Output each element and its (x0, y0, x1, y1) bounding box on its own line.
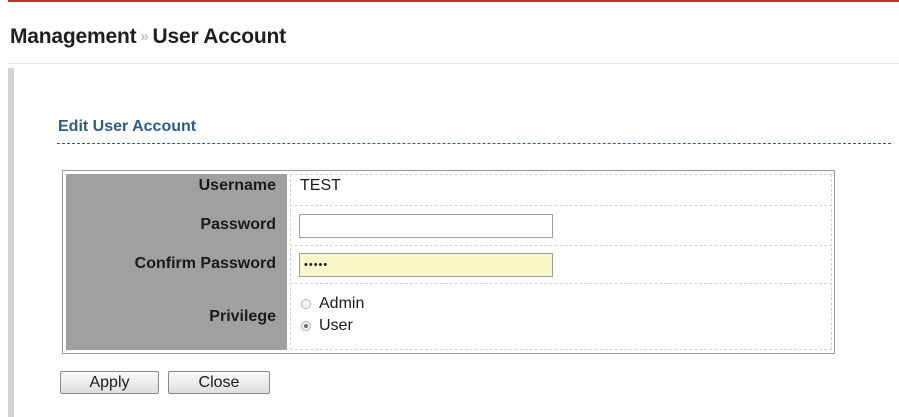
privilege-option-label: User (319, 317, 353, 334)
section-divider (57, 143, 891, 144)
username-value: TEST (300, 177, 341, 194)
left-frame-bar (8, 68, 14, 417)
password-label: Password (200, 216, 276, 233)
breadcrumb: Management» User Account (10, 25, 286, 49)
radio-unchecked-icon[interactable] (301, 299, 311, 309)
privilege-option-admin[interactable]: Admin (301, 295, 364, 313)
section-title: Edit User Account (58, 118, 197, 135)
breadcrumb-parent: Management (10, 25, 137, 48)
user-account-page: Management» User Account Edit User Accoun… (0, 0, 899, 417)
password-field[interactable] (299, 214, 553, 238)
privilege-option-user[interactable]: User (301, 317, 353, 335)
confirm-password-field[interactable] (299, 253, 553, 277)
username-label: Username (198, 177, 276, 194)
confirm-password-label: Confirm Password (134, 255, 276, 272)
radio-checked-icon[interactable] (301, 321, 311, 331)
privilege-option-label: Admin (319, 295, 365, 312)
top-accent-rule (8, 0, 899, 2)
privilege-label: Privilege (209, 308, 276, 325)
row-divider (290, 245, 832, 246)
close-button[interactable]: Close (168, 371, 270, 394)
breadcrumb-current: User Account (152, 25, 287, 48)
apply-button[interactable]: Apply (60, 371, 159, 394)
row-divider (290, 205, 832, 206)
breadcrumb-separator-icon: » (140, 28, 149, 45)
edit-user-form: Username TEST Password Confirm Password … (62, 170, 835, 354)
row-divider (290, 283, 832, 284)
breadcrumb-divider (8, 63, 899, 64)
